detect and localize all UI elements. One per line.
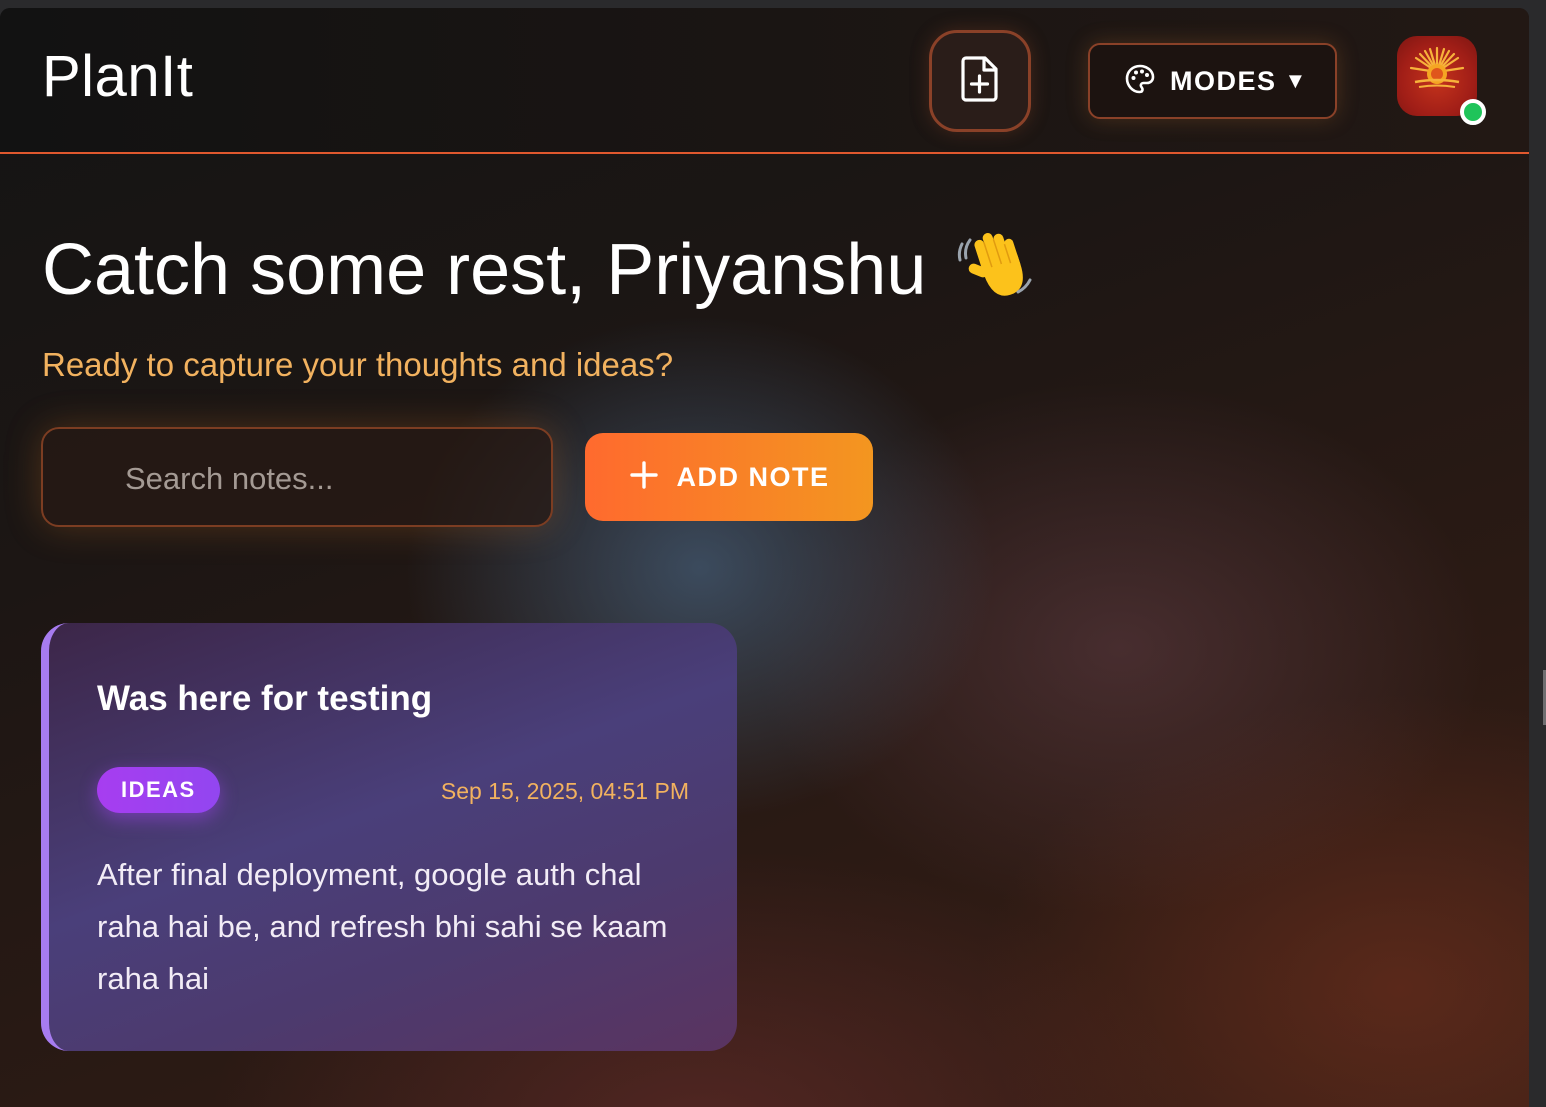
note-title: Was here for testing [97, 679, 433, 718]
brand-logo[interactable]: PlanIt [42, 48, 193, 106]
greeting-heading: Catch some rest, Priyanshu [42, 226, 1036, 324]
palette-icon [1124, 63, 1156, 100]
online-status-indicator [1460, 99, 1486, 125]
modes-dropdown-button[interactable]: MODES ▼ [1088, 43, 1337, 119]
sun-emblem-icon [1405, 42, 1469, 111]
note-timestamp: Sep 15, 2025, 04:51 PM [440, 778, 689, 804]
greeting-text: Catch some rest, Priyanshu [42, 229, 927, 310]
plus-icon [629, 460, 659, 495]
search-input[interactable] [123, 457, 533, 501]
add-note-label: ADD NOTE [676, 461, 830, 492]
top-navbar: PlanIt MODES ▼ [0, 8, 1529, 154]
note-category-badge: IDEAS [97, 767, 220, 813]
search-box [41, 427, 553, 527]
add-note-button[interactable]: ADD NOTE [585, 433, 873, 521]
modes-label: MODES [1170, 65, 1277, 96]
new-note-button[interactable] [929, 30, 1031, 132]
note-body: After final deployment, google auth chal… [97, 857, 668, 996]
waving-hand-icon [956, 226, 1036, 324]
note-card[interactable]: Was here for testing IDEAS Sep 15, 2025,… [41, 623, 737, 1051]
file-plus-icon [960, 55, 1000, 108]
page-subtitle: Ready to capture your thoughts and ideas… [42, 346, 674, 383]
chevron-down-icon: ▼ [1284, 68, 1307, 93]
app-window: PlanIt MODES ▼ Catch some rest, Priyansh… [0, 8, 1529, 1107]
